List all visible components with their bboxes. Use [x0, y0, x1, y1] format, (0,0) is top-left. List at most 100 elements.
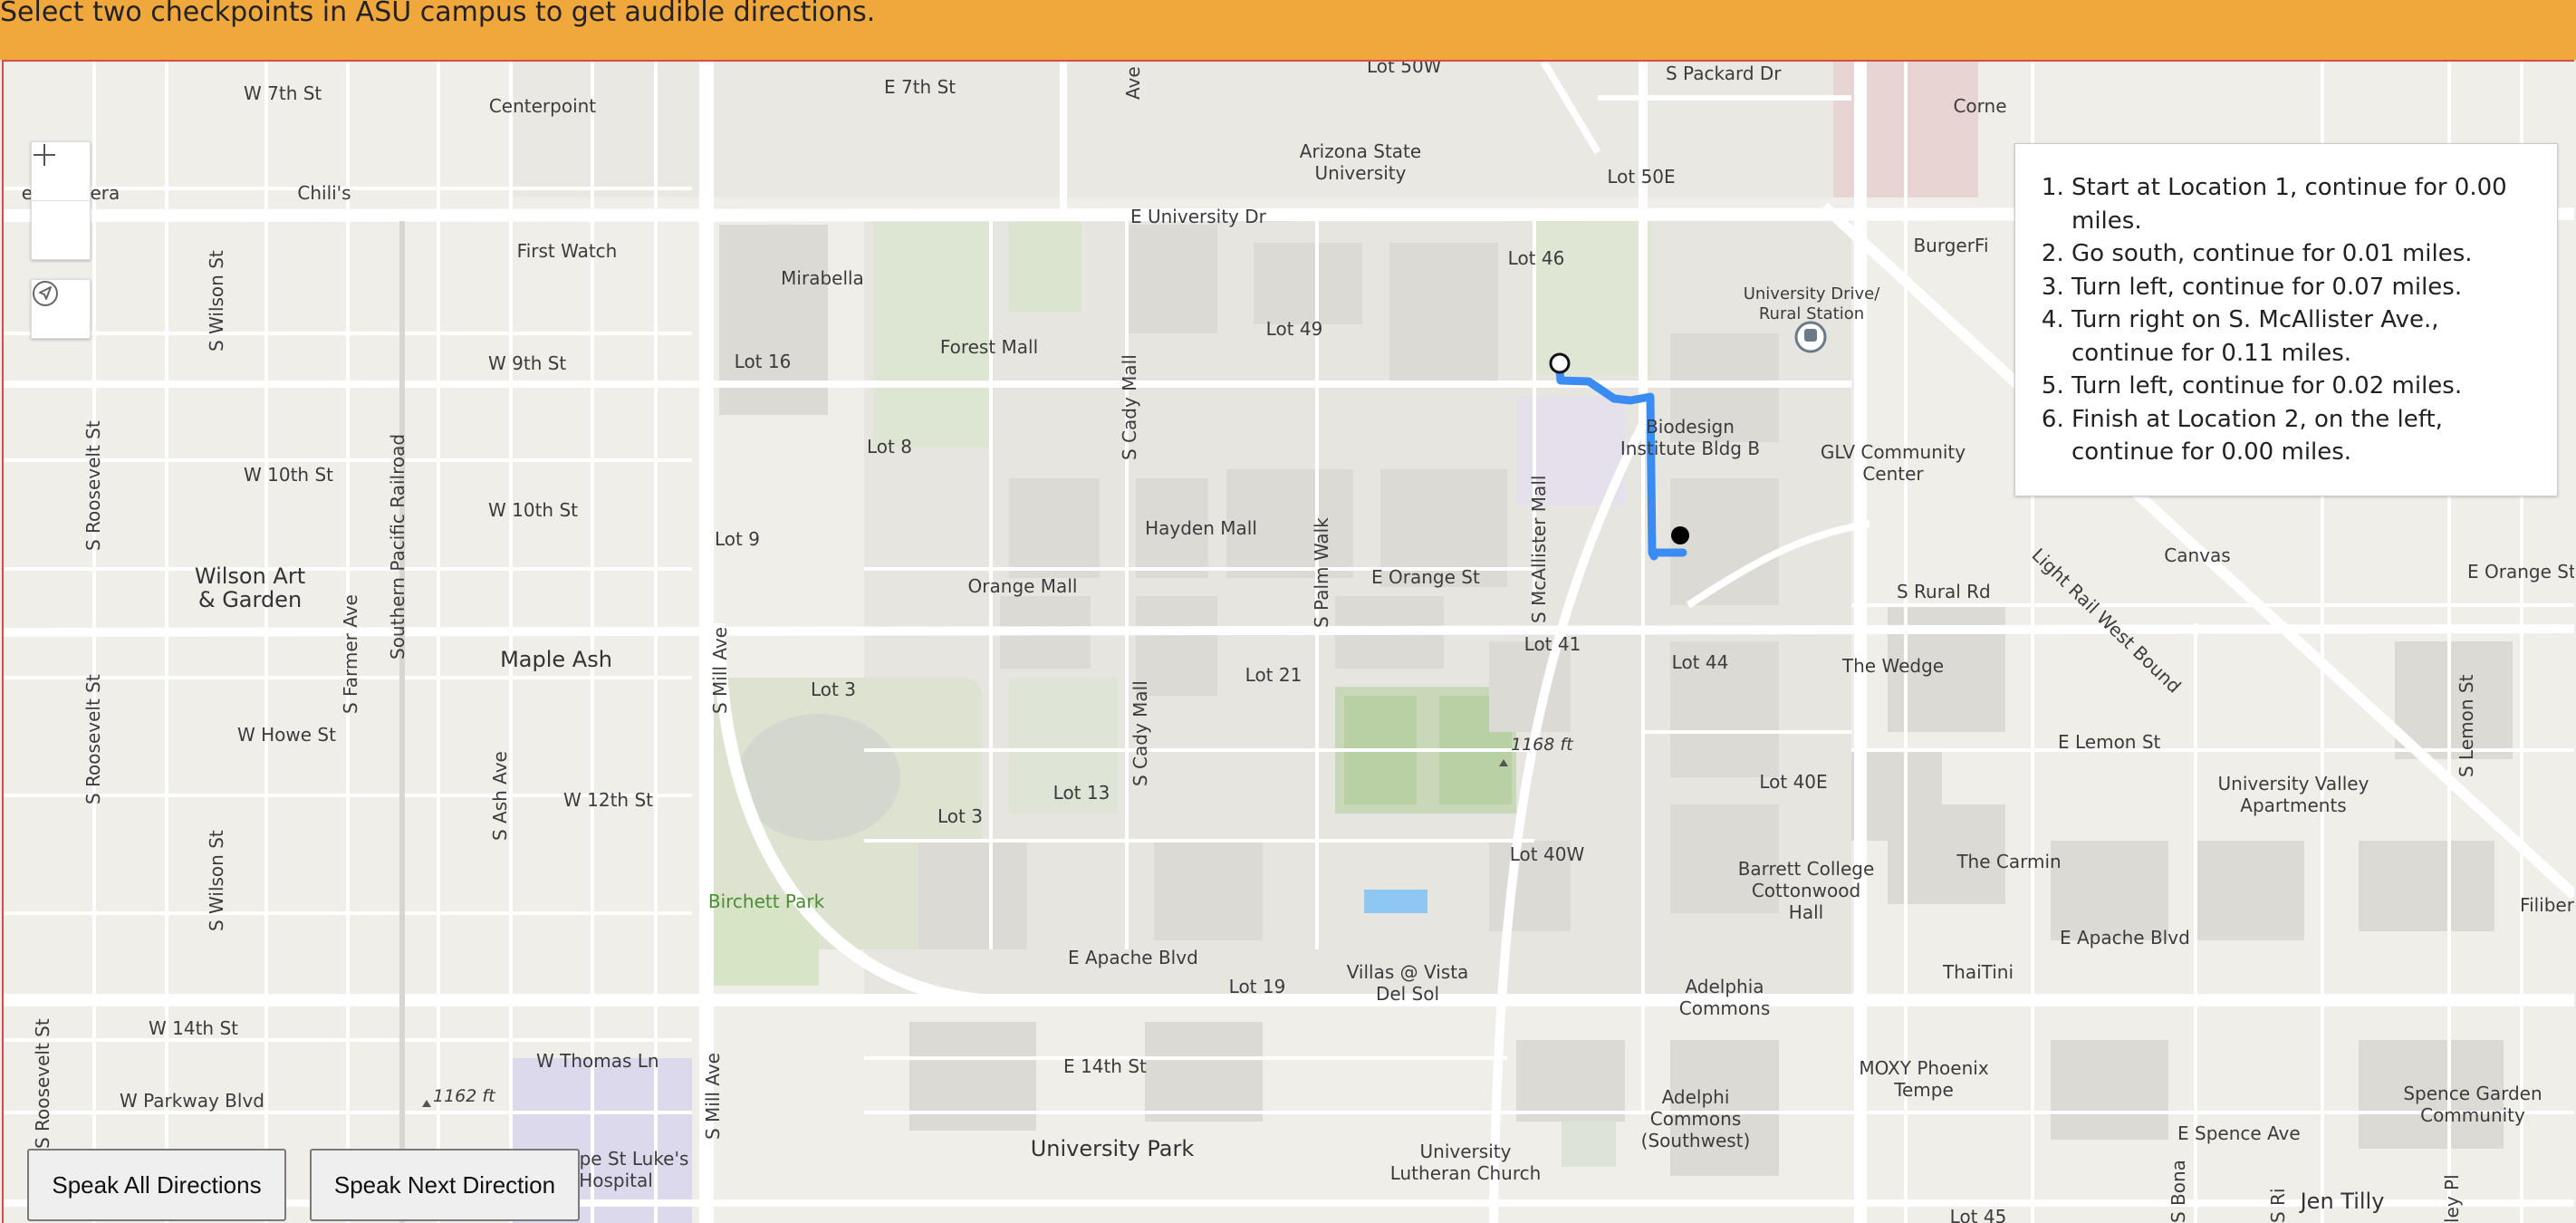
place-label: Hall	[1789, 901, 1823, 923]
street-label: E 14th St	[1063, 1055, 1147, 1077]
place-label: Lot 40W	[1510, 843, 1585, 865]
place-label: Lot 19	[1229, 976, 1286, 997]
street-label: S Bona	[2167, 1160, 2189, 1223]
place-label: Lot 9	[715, 528, 760, 550]
street-label: E Orange St	[2467, 561, 2574, 583]
street-label: S Packard Dr	[1666, 63, 1782, 84]
place-label: Lot 44	[1672, 651, 1729, 673]
street-label: S Mill Ave	[709, 627, 731, 714]
place-label: First Watch	[517, 240, 618, 262]
place-label: University Drive/	[1744, 284, 1881, 303]
place-label: Lot 16	[735, 351, 792, 372]
street-label: Lot 50W	[1367, 62, 1442, 77]
place-label: University	[1420, 1141, 1512, 1162]
zoom-out-button[interactable]	[32, 154, 90, 259]
street-label: W Howe St	[237, 724, 336, 746]
place-label: Tempe	[1893, 1079, 1954, 1101]
street-label: S Lemon St	[2456, 674, 2477, 777]
place-label: Cottonwood	[1752, 880, 1860, 901]
place-label: The Carmin	[1956, 851, 2061, 872]
district-label: Jen Tilly	[2299, 1189, 2385, 1214]
street-label: W Thomas Ln	[536, 1050, 659, 1072]
place-label: Arizona State	[1300, 140, 1421, 162]
street-label: W 12th St	[563, 789, 653, 811]
street-label: E Spence Ave	[2177, 1122, 2301, 1144]
place-label: Orange Mall	[968, 575, 1078, 597]
end-marker[interactable]	[1671, 526, 1689, 544]
place-label: BurgerFi	[1913, 235, 1988, 256]
street-label: S Farmer Ave	[340, 594, 361, 714]
locate-button[interactable]	[31, 279, 91, 339]
place-label: Birchett Park	[708, 891, 825, 912]
place-label: Lot 13	[1053, 782, 1110, 804]
place-label: Mirabella	[781, 267, 864, 289]
place-label: Adelphia	[1685, 976, 1764, 997]
direction-step: Start at Location 1, continue for 0.00 m…	[2071, 171, 2535, 237]
direction-step: Go south, continue for 0.01 miles.	[2071, 237, 2535, 271]
directions-list: Start at Location 1, continue for 0.00 m…	[2015, 144, 2557, 469]
place-label: Apartments	[2240, 794, 2346, 816]
map-view[interactable]: W 7th St E 7th St Lot 50W S Packard Dr E…	[2, 60, 2574, 1223]
street-label: E Apache Blvd	[2060, 927, 2190, 949]
place-label: Lot 41	[1524, 633, 1581, 655]
place-label: Community	[2420, 1104, 2525, 1126]
place-label: Commons	[1679, 997, 1771, 1019]
place-label: Lot 40E	[1759, 771, 1827, 793]
street-label: E Orange St	[1371, 566, 1480, 588]
direction-step: Turn left, continue for 0.02 miles.	[2071, 370, 2535, 403]
street-label: W 9th St	[488, 352, 566, 374]
district-label: University Park	[1031, 1136, 1195, 1161]
place-label: Lot 3	[937, 805, 983, 827]
place-label: Hospital	[579, 1170, 653, 1191]
place-label: Corne	[1953, 95, 2006, 117]
place-label: Barrett College	[1738, 858, 1875, 880]
place-label: MOXY Phoenix	[1859, 1057, 1989, 1079]
street-label: ley Pl	[2441, 1174, 2463, 1223]
street-label: S Mill Ave	[702, 1053, 724, 1140]
speak-all-directions-button[interactable]: Speak All Directions	[27, 1149, 286, 1221]
place-label: Filiber	[2520, 894, 2574, 916]
start-marker[interactable]	[1549, 352, 1571, 374]
place-label: Lutheran Church	[1390, 1162, 1542, 1184]
direction-step: Turn left, continue for 0.07 miles.	[2071, 271, 2535, 304]
place-label: pe St Luke's	[580, 1148, 689, 1170]
place-label: Lot 50E	[1607, 166, 1675, 188]
place-label: Lot 46	[1508, 247, 1565, 269]
place-label: Lot 45	[1950, 1206, 2007, 1223]
place-label: The Wedge	[1841, 655, 1944, 677]
place-label: Del Sol	[1376, 983, 1439, 1005]
place-label: Spence Garden	[2403, 1083, 2542, 1104]
street-label: S Ash Ave	[489, 751, 511, 841]
street-label: S Rural Rd	[1897, 581, 1991, 602]
locate-arrow-icon	[33, 281, 58, 306]
directions-panel: Start at Location 1, continue for 0.00 m…	[2014, 143, 2558, 496]
place-label: University	[1315, 162, 1407, 184]
place-label: Institute Bldg B	[1620, 438, 1760, 459]
place-label: Forest Mall	[940, 336, 1038, 358]
place-label: Chili's	[297, 182, 351, 204]
street-label: E Lemon St	[2058, 731, 2161, 753]
place-label: GLV Community	[1821, 441, 1966, 463]
street-label: W 10th St	[488, 499, 578, 521]
minus-icon	[34, 154, 55, 156]
zoom-control	[31, 141, 91, 260]
speak-next-direction-button[interactable]: Speak Next Direction	[310, 1149, 580, 1221]
district-label: Wilson Art	[195, 563, 305, 589]
place-label: Lot 3	[811, 679, 856, 700]
place-label: Rural Station	[1759, 304, 1864, 323]
place-label: (Southwest)	[1641, 1130, 1751, 1151]
street-label: E Apache Blvd	[1068, 947, 1198, 968]
direction-step: Finish at Location 2, on the left, conti…	[2071, 403, 2535, 469]
place-label: Centerpoint	[489, 95, 596, 117]
place-label: Lot 21	[1245, 664, 1302, 686]
street-label: S Roosevelt St	[32, 1018, 53, 1149]
street-label: S Wilson St	[206, 250, 227, 351]
street-label: S Ri	[2267, 1188, 2289, 1223]
direction-step: Turn right on S. McAllister Ave., contin…	[2071, 303, 2535, 370]
street-label: S Palm Walk	[1311, 517, 1332, 628]
place-label: Hayden Mall	[1145, 517, 1257, 539]
district-label: & Garden	[198, 587, 302, 612]
place-label: Commons	[1650, 1108, 1742, 1130]
street-label: E University Dr	[1130, 206, 1267, 227]
place-label: Center	[1862, 463, 1924, 485]
